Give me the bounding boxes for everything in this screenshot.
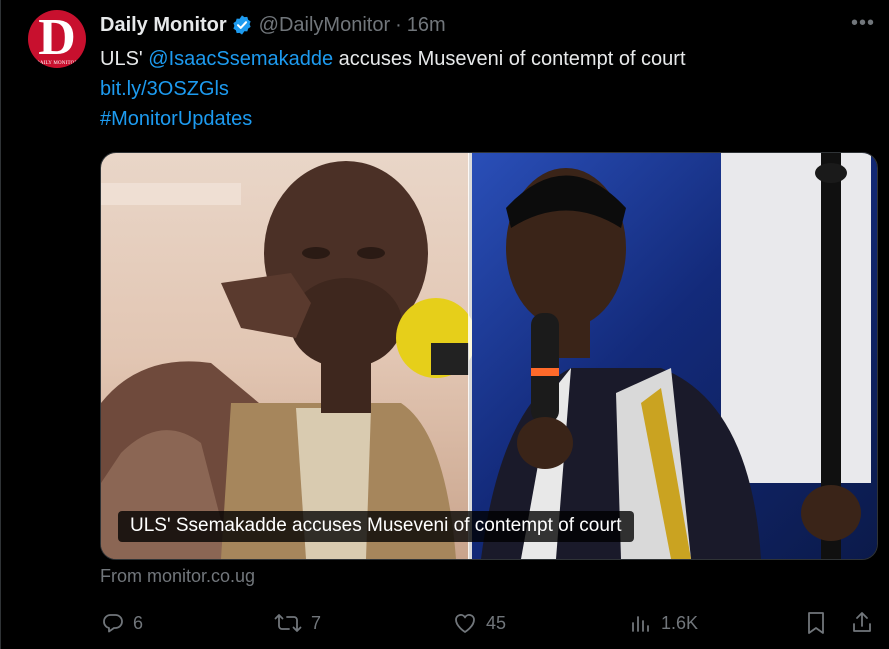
card-caption: ULS' Ssemakadde accuses Museveni of cont… xyxy=(118,511,634,542)
views-chart-icon xyxy=(632,616,649,632)
tweet-header: Daily Monitor @DailyMonitor · 16m xyxy=(100,12,446,38)
link-card-photo xyxy=(101,153,877,559)
views-button[interactable]: 1.6K xyxy=(629,609,698,637)
view-count: 1.6K xyxy=(661,612,699,633)
verified-badge-icon[interactable] xyxy=(231,14,253,36)
reply-button[interactable]: 6 xyxy=(101,609,143,637)
timeline-border xyxy=(0,0,1,649)
share-icon xyxy=(853,612,871,632)
reply-icon xyxy=(103,614,123,633)
repost-icon xyxy=(274,614,302,632)
more-options-icon[interactable]: ••• xyxy=(851,12,875,35)
post-timestamp[interactable]: 16m xyxy=(407,14,446,37)
hashtag-link[interactable]: #MonitorUpdates xyxy=(100,108,252,130)
tweet-text-rest: accuses Museveni of contempt of court xyxy=(333,48,686,70)
avatar-logo-letter: D xyxy=(38,10,76,66)
header-separator: · xyxy=(395,13,402,36)
bookmark-icon xyxy=(808,612,824,634)
repost-button[interactable]: 7 xyxy=(273,609,321,637)
short-link[interactable]: bit.ly/3OSZGls xyxy=(100,78,229,100)
like-button[interactable]: 45 xyxy=(452,609,506,637)
avatar[interactable]: D DAILY MONITOR xyxy=(28,10,86,68)
account-name[interactable]: Daily Monitor xyxy=(100,14,227,37)
avatar-logo-sub: DAILY MONITOR xyxy=(36,61,78,66)
tweet-text: ULS' @IsaacSsemakadde accuses Museveni o… xyxy=(100,44,686,134)
like-count: 45 xyxy=(486,612,507,633)
bookmark-button[interactable] xyxy=(805,609,827,637)
account-handle[interactable]: @DailyMonitor xyxy=(259,14,390,37)
link-card-image[interactable] xyxy=(100,152,878,560)
card-source[interactable]: From monitor.co.ug xyxy=(100,566,255,587)
repost-count: 7 xyxy=(311,612,322,633)
share-button[interactable] xyxy=(850,609,874,637)
tweet-text-prefix: ULS' xyxy=(100,48,149,70)
heart-icon xyxy=(455,614,475,633)
reply-count: 6 xyxy=(133,612,144,633)
mention-link[interactable]: @IsaacSsemakadde xyxy=(148,48,333,70)
